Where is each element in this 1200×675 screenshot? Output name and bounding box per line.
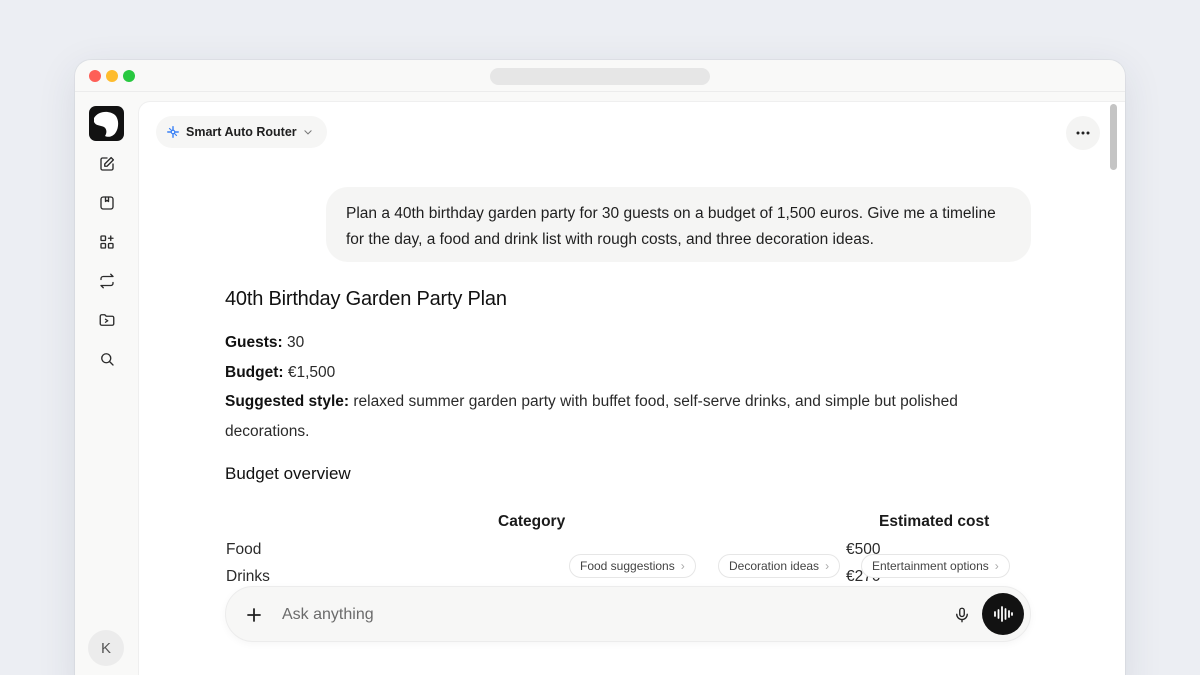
- assistant-reply: 40th Birthday Garden Party Plan Guests: …: [225, 288, 1005, 484]
- search-icon: [101, 353, 114, 366]
- waveform-icon: [994, 606, 1013, 622]
- address-bar[interactable]: [490, 68, 710, 85]
- more-options-button[interactable]: [1066, 116, 1100, 150]
- sidebar: K: [75, 93, 138, 675]
- plus-icon: [247, 608, 261, 622]
- suggestion-label: Entertainment options: [872, 559, 989, 573]
- new-chat-button[interactable]: [95, 152, 119, 176]
- reply-title: 40th Birthday Garden Party Plan: [225, 288, 507, 310]
- table-cell-category: Food: [226, 541, 262, 558]
- library-button[interactable]: [95, 191, 119, 215]
- user-message: Plan a 40th birthday garden party for 30…: [326, 187, 1031, 262]
- apps-icon: [100, 235, 114, 249]
- bookmark-icon: [100, 196, 114, 210]
- suggestion-decoration[interactable]: Decoration ideas ›: [718, 554, 841, 578]
- budget-label: Budget:: [225, 363, 284, 381]
- more-icon: [1076, 131, 1090, 135]
- message-input[interactable]: [282, 601, 922, 629]
- apps-button[interactable]: [95, 230, 119, 254]
- chevron-down-icon: [304, 130, 312, 135]
- microphone-icon: [956, 607, 968, 623]
- app-logo[interactable]: [89, 106, 124, 141]
- composer: [225, 586, 1031, 642]
- title-bar: [75, 60, 1125, 92]
- suggestion-label: Food suggestions: [580, 559, 675, 573]
- chevron-right-icon: ›: [680, 559, 685, 573]
- app-window: K Smart Auto Router Plan a 40th birthday…: [75, 60, 1125, 675]
- suggestion-food[interactable]: Food suggestions ›: [569, 554, 696, 578]
- table-header-category: Category: [498, 513, 566, 530]
- folder-icon: [99, 314, 115, 326]
- table-cell-category: Drinks: [226, 568, 270, 585]
- minimize-window-button[interactable]: [106, 70, 118, 82]
- scrollbar-thumb[interactable]: [1110, 104, 1117, 170]
- edit-icon: [100, 156, 115, 171]
- style-line: Suggested style: relaxed summer garden p…: [225, 387, 1005, 446]
- workflows-button[interactable]: [95, 269, 119, 293]
- budget-heading: Budget overview: [225, 464, 351, 483]
- chat-panel: Smart Auto Router Plan a 40th birthday g…: [138, 101, 1125, 675]
- guests-value: 30: [282, 334, 305, 351]
- guests-line: Guests: 30: [225, 328, 1005, 358]
- table-header-cost: Estimated cost: [879, 513, 990, 530]
- style-label: Suggested style:: [225, 393, 350, 410]
- repeat-icon: [100, 273, 114, 289]
- chevron-right-icon: ›: [825, 559, 830, 573]
- avatar-initial: K: [100, 639, 111, 657]
- maximize-window-button[interactable]: [123, 70, 135, 82]
- suggestion-label: Decoration ideas: [729, 559, 820, 573]
- search-button[interactable]: [95, 347, 119, 371]
- user-avatar[interactable]: K: [88, 630, 124, 666]
- budget-line: Budget: €1,500: [225, 358, 1005, 388]
- voice-mode-button[interactable]: [982, 593, 1024, 635]
- model-selector[interactable]: Smart Auto Router: [156, 116, 327, 148]
- suggestion-entertainment[interactable]: Entertainment options ›: [861, 554, 1010, 578]
- model-selector-label: Smart Auto Router: [186, 125, 297, 139]
- logo-icon: [94, 111, 119, 137]
- dictate-button[interactable]: [948, 601, 976, 629]
- projects-button[interactable]: [95, 308, 119, 332]
- router-icon: [167, 126, 179, 138]
- chevron-right-icon: ›: [994, 559, 999, 573]
- add-attachment-button[interactable]: [240, 601, 268, 629]
- budget-value: €1,500: [283, 363, 336, 381]
- guests-label: Guests:: [225, 334, 283, 351]
- close-window-button[interactable]: [89, 70, 101, 82]
